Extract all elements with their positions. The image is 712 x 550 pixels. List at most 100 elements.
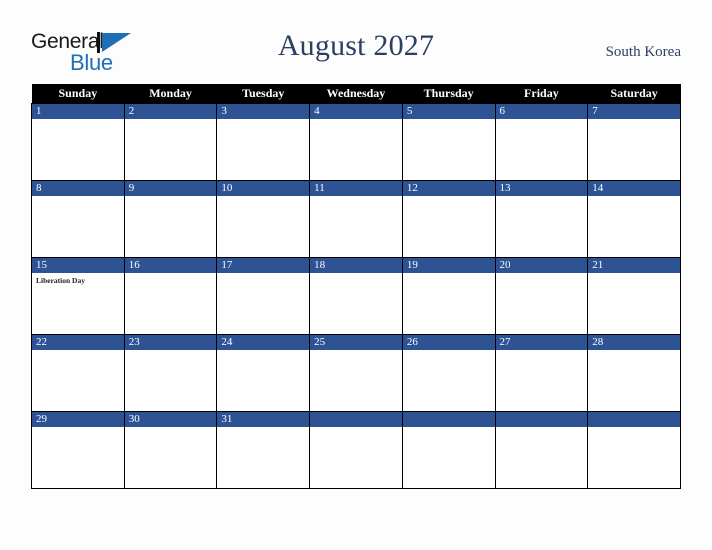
day-events bbox=[32, 196, 124, 199]
day-cell[interactable] bbox=[587, 411, 681, 489]
day-number: 14 bbox=[588, 181, 680, 196]
day-cell[interactable]: 23 bbox=[123, 334, 218, 412]
day-number: 3 bbox=[217, 104, 310, 119]
day-number: 31 bbox=[217, 412, 310, 427]
day-number: 12 bbox=[402, 181, 495, 196]
day-cell[interactable]: 24 bbox=[216, 334, 311, 412]
calendar-body: 1 2 3 4 5 6 7 8 9 10 11 12 13 14 15 Liber… bbox=[31, 103, 681, 489]
weekday-header-thursday: Thursday bbox=[402, 84, 496, 104]
day-cell[interactable] bbox=[494, 411, 589, 489]
day-events bbox=[496, 427, 588, 430]
day-events bbox=[496, 196, 588, 199]
day-events bbox=[403, 119, 495, 122]
page-header: General Blue August 2027 South Korea bbox=[0, 0, 712, 84]
day-events bbox=[217, 196, 309, 199]
day-cell[interactable]: 25 bbox=[309, 334, 403, 412]
day-events bbox=[125, 196, 217, 199]
day-events bbox=[403, 196, 495, 199]
day-cell[interactable]: 15 Liberation Day bbox=[31, 257, 125, 335]
day-number: 29 bbox=[32, 412, 124, 427]
day-events bbox=[403, 427, 495, 430]
weekday-header-row: Sunday Monday Tuesday Wednesday Thursday… bbox=[31, 84, 681, 104]
day-cell[interactable]: 26 bbox=[401, 334, 496, 412]
day-cell[interactable]: 1 bbox=[31, 103, 125, 181]
day-cell[interactable]: 31 bbox=[216, 411, 311, 489]
day-number: 18 bbox=[310, 258, 402, 273]
day-number bbox=[310, 412, 402, 427]
day-cell[interactable]: 3 bbox=[216, 103, 311, 181]
day-events bbox=[217, 119, 309, 122]
day-cell[interactable]: 6 bbox=[494, 103, 589, 181]
day-events bbox=[217, 350, 309, 353]
day-cell[interactable]: 20 bbox=[494, 257, 589, 335]
day-number: 27 bbox=[495, 335, 588, 350]
day-events bbox=[125, 427, 217, 430]
weekday-header-monday: Monday bbox=[124, 84, 217, 104]
day-number: 2 bbox=[124, 104, 217, 119]
day-events bbox=[217, 273, 309, 276]
day-cell[interactable]: 27 bbox=[494, 334, 589, 412]
day-cell[interactable]: 29 bbox=[31, 411, 125, 489]
weekday-header-sunday: Sunday bbox=[31, 84, 125, 104]
day-cell[interactable]: 2 bbox=[123, 103, 218, 181]
day-cell[interactable]: 17 bbox=[216, 257, 311, 335]
day-events bbox=[125, 119, 217, 122]
day-number bbox=[588, 412, 680, 427]
day-cell[interactable]: 22 bbox=[31, 334, 125, 412]
day-number: 16 bbox=[124, 258, 217, 273]
calendar-table: Sunday Monday Tuesday Wednesday Thursday… bbox=[31, 84, 681, 489]
day-events bbox=[217, 427, 309, 430]
day-events bbox=[496, 119, 588, 122]
day-cell[interactable]: 4 bbox=[309, 103, 403, 181]
day-number bbox=[402, 412, 495, 427]
day-number: 1 bbox=[32, 104, 124, 119]
day-cell[interactable]: 18 bbox=[309, 257, 403, 335]
day-cell[interactable]: 19 bbox=[401, 257, 496, 335]
day-cell[interactable]: 9 bbox=[123, 180, 218, 258]
day-number: 4 bbox=[310, 104, 402, 119]
day-events: Liberation Day bbox=[36, 276, 85, 285]
day-number: 17 bbox=[217, 258, 310, 273]
day-cell[interactable]: 13 bbox=[494, 180, 589, 258]
day-number: 19 bbox=[402, 258, 495, 273]
day-number: 15 bbox=[32, 258, 124, 273]
day-cell[interactable]: 12 bbox=[401, 180, 496, 258]
calendar-week-row: 22 23 24 25 26 27 28 bbox=[31, 334, 681, 412]
day-cell[interactable] bbox=[401, 411, 496, 489]
day-cell[interactable]: 14 bbox=[587, 180, 681, 258]
day-events bbox=[32, 427, 124, 430]
day-cell[interactable]: 8 bbox=[31, 180, 125, 258]
day-cell[interactable]: 28 bbox=[587, 334, 681, 412]
day-number: 7 bbox=[588, 104, 680, 119]
day-number: 30 bbox=[124, 412, 217, 427]
day-number: 13 bbox=[495, 181, 588, 196]
day-cell[interactable]: 7 bbox=[587, 103, 681, 181]
day-events bbox=[310, 427, 402, 430]
day-cell[interactable]: 5 bbox=[401, 103, 496, 181]
calendar-week-row: 1 2 3 4 5 6 7 bbox=[31, 103, 681, 181]
day-cell[interactable]: 11 bbox=[309, 180, 403, 258]
day-cell[interactable]: 30 bbox=[123, 411, 218, 489]
day-number: 11 bbox=[310, 181, 402, 196]
day-number: 9 bbox=[124, 181, 217, 196]
weekday-header-friday: Friday bbox=[495, 84, 588, 104]
day-events bbox=[32, 119, 124, 122]
day-number: 24 bbox=[217, 335, 310, 350]
day-cell[interactable]: 10 bbox=[216, 180, 311, 258]
day-events bbox=[125, 273, 217, 276]
day-number: 22 bbox=[32, 335, 124, 350]
day-cell[interactable] bbox=[309, 411, 403, 489]
weekday-header-tuesday: Tuesday bbox=[216, 84, 310, 104]
calendar-header-row-group: Sunday Monday Tuesday Wednesday Thursday… bbox=[31, 84, 681, 104]
weekday-header-wednesday: Wednesday bbox=[309, 84, 403, 104]
day-cell[interactable]: 21 bbox=[587, 257, 681, 335]
day-events bbox=[403, 350, 495, 353]
day-events bbox=[32, 350, 124, 353]
day-events bbox=[310, 119, 402, 122]
day-number: 8 bbox=[32, 181, 124, 196]
day-events bbox=[588, 350, 680, 353]
calendar-week-row: 8 9 10 11 12 13 14 bbox=[31, 180, 681, 258]
calendar-week-row: 15 Liberation Day 16 17 18 19 20 21 bbox=[31, 257, 681, 335]
day-events bbox=[310, 196, 402, 199]
day-cell[interactable]: 16 bbox=[123, 257, 218, 335]
